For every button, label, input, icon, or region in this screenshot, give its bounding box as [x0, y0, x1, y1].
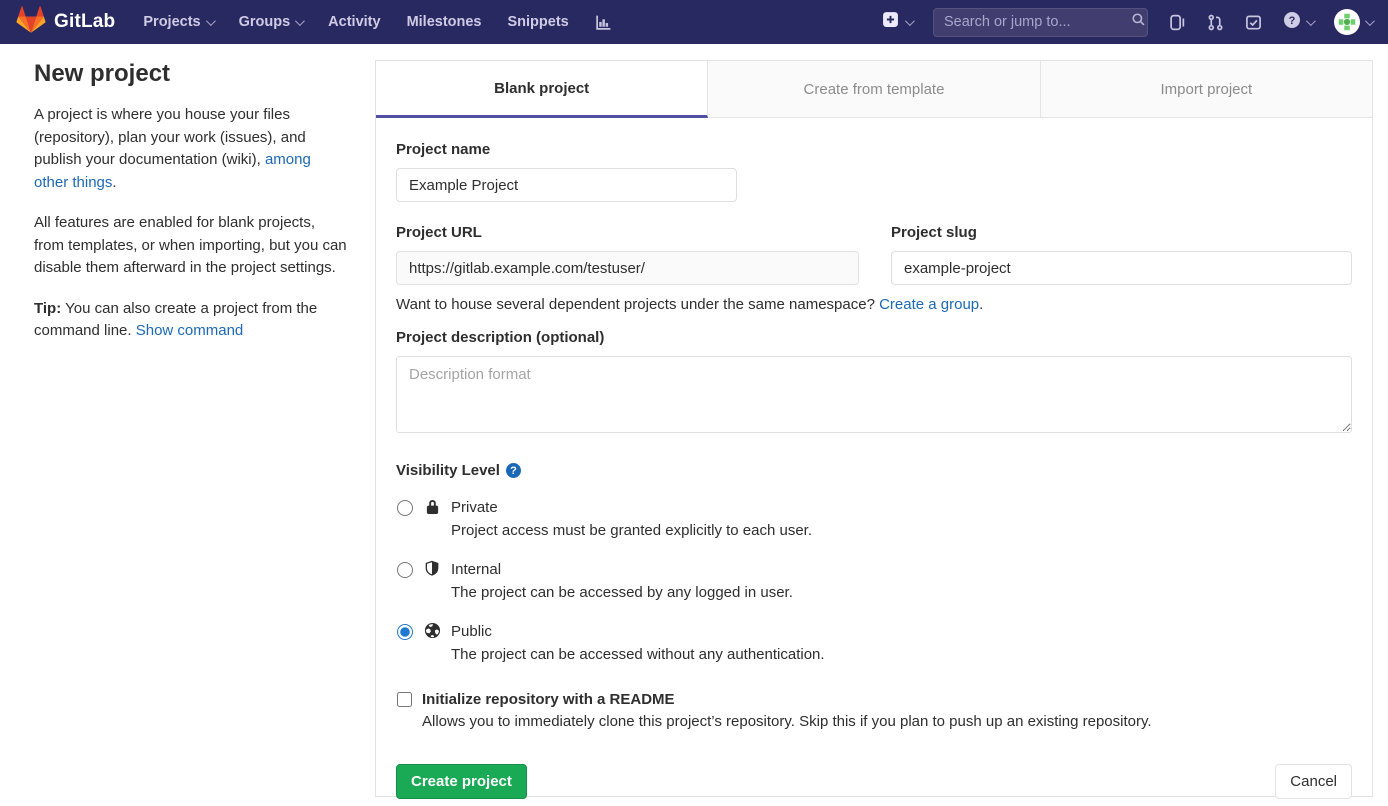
merge-request-icon[interactable] — [1207, 14, 1224, 31]
tip-label: Tip: — [34, 300, 61, 317]
internal-description: The project can be accessed by any logge… — [451, 582, 793, 604]
brand-name: GitLab — [54, 11, 115, 33]
internal-radio[interactable] — [397, 562, 413, 578]
visibility-option-internal: Internal The project can be accessed by … — [396, 559, 1352, 604]
readme-option: Initialize repository with a README Allo… — [396, 689, 1352, 733]
chevron-down-icon — [905, 16, 915, 26]
search-input[interactable] — [944, 14, 1131, 30]
intro-paragraph-1: A project is where you house your files … — [34, 104, 349, 194]
project-description-label: Project description (optional) — [396, 329, 1352, 346]
gitlab-tanuki-icon — [16, 5, 46, 39]
visibility-option-public: Public The project can be accessed witho… — [396, 621, 1352, 666]
visibility-option-private: Private Project access must be granted e… — [396, 497, 1352, 542]
tab-blank-project[interactable]: Blank project — [376, 61, 708, 118]
avatar — [1334, 9, 1360, 35]
new-menu-button[interactable] — [882, 11, 912, 33]
todos-icon[interactable] — [1245, 14, 1262, 31]
nav-activity[interactable]: Activity — [328, 14, 380, 30]
svg-text:?: ? — [1289, 14, 1296, 26]
visibility-level-section: Visibility Level ? Private Project acces… — [396, 462, 1352, 666]
initialize-readme-checkbox[interactable] — [397, 692, 412, 707]
user-menu-button[interactable] — [1334, 9, 1372, 35]
form-actions: Create project Cancel — [396, 764, 1352, 799]
public-label[interactable]: Public — [451, 621, 825, 643]
issues-icon[interactable] — [1169, 14, 1186, 31]
project-url-input[interactable] — [396, 251, 859, 285]
chart-icon[interactable] — [595, 14, 612, 31]
project-slug-input[interactable] — [891, 251, 1352, 285]
navbar-right: ? — [882, 8, 1372, 37]
global-search[interactable] — [933, 8, 1148, 37]
chevron-down-icon — [1365, 16, 1375, 26]
nav-snippets[interactable]: Snippets — [508, 14, 569, 30]
create-a-group-link[interactable]: Create a group — [879, 296, 979, 313]
private-label[interactable]: Private — [451, 497, 812, 519]
visibility-level-label: Visibility Level — [396, 462, 500, 479]
gitlab-home-link[interactable]: GitLab — [16, 5, 115, 39]
create-project-button[interactable]: Create project — [396, 764, 527, 799]
globe-icon — [423, 622, 441, 639]
nav-groups[interactable]: Groups — [239, 14, 303, 30]
project-url-label: Project URL — [396, 224, 859, 241]
search-icon[interactable] — [1131, 12, 1146, 32]
project-name-label: Project name — [396, 141, 737, 158]
new-project-panel: Blank project Create from template Impor… — [375, 60, 1373, 797]
blank-project-form: Project name Project URL Project slug Wa… — [376, 118, 1372, 799]
tab-import-project[interactable]: Import project — [1041, 61, 1372, 118]
nav-projects[interactable]: Projects — [143, 14, 212, 30]
visibility-help-icon[interactable]: ? — [506, 463, 521, 478]
shield-icon — [423, 560, 441, 577]
tab-create-from-template[interactable]: Create from template — [708, 61, 1040, 118]
top-navbar: GitLab Projects Groups Activity Mileston… — [0, 0, 1388, 44]
readme-label[interactable]: Initialize repository with a README — [422, 689, 1152, 711]
project-name-input[interactable] — [396, 168, 737, 202]
public-radio[interactable] — [397, 624, 413, 640]
help-menu-button[interactable]: ? — [1283, 11, 1313, 34]
project-description-input[interactable] — [396, 356, 1352, 433]
project-type-tabs: Blank project Create from template Impor… — [376, 61, 1372, 118]
help-icon: ? — [1283, 11, 1301, 34]
project-slug-label: Project slug — [891, 224, 1352, 241]
cancel-button[interactable]: Cancel — [1275, 764, 1352, 799]
namespace-hint: Want to house several dependent projects… — [396, 296, 1352, 313]
private-description: Project access must be granted explicitl… — [451, 520, 812, 542]
chevron-down-icon — [1306, 16, 1316, 26]
intro-paragraph-2: All features are enabled for blank proje… — [34, 212, 349, 280]
plus-square-icon — [882, 11, 899, 33]
readme-description: Allows you to immediately clone this pro… — [422, 711, 1152, 733]
tip-paragraph: Tip: You can also create a project from … — [34, 298, 349, 343]
chevron-down-icon — [295, 16, 305, 26]
private-radio[interactable] — [397, 500, 413, 516]
chevron-down-icon — [206, 16, 216, 26]
show-command-link[interactable]: Show command — [136, 322, 244, 339]
primary-nav: Projects Groups Activity Milestones Snip… — [143, 14, 611, 31]
new-project-intro: New project A project is where you house… — [34, 60, 349, 361]
internal-label[interactable]: Internal — [451, 559, 793, 581]
public-description: The project can be accessed without any … — [451, 644, 825, 666]
nav-milestones[interactable]: Milestones — [407, 14, 482, 30]
page-title: New project — [34, 60, 349, 88]
lock-icon — [423, 498, 441, 515]
